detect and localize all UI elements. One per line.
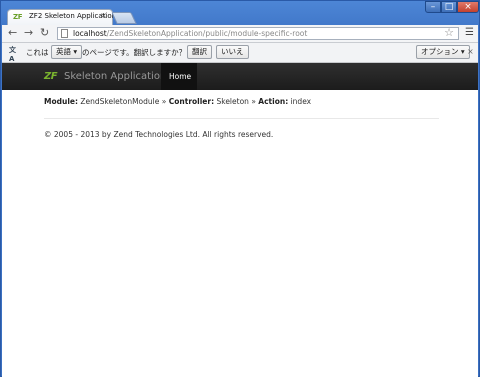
url-path: /ZendSkeletonApplication/public/module-s… [106,29,308,38]
tab-close-icon[interactable]: × [100,11,107,20]
translate-button[interactable]: 翻訳 [187,45,212,59]
translate-icon: 文A [9,46,16,63]
minimize-button[interactable]: – [425,1,441,13]
module-label: Module: [44,97,78,106]
route-info: Module: ZendSkeletonModule » Controller:… [44,97,311,106]
url-text: localhost/ZendSkeletonApplication/public… [73,29,307,38]
page-icon [61,29,68,38]
bookmark-star-icon[interactable]: ☆ [444,26,454,39]
tab-strip: ZF ZF2 Skeleton Application × – □ × [1,1,479,25]
forward-arrow-icon[interactable]: → [24,26,33,39]
new-tab-button[interactable] [111,12,137,24]
app-navbar: ZF Skeleton Application Home [2,63,478,90]
browser-window: ZF ZF2 Skeleton Application × – □ × ← → … [0,0,480,377]
no-translate-button[interactable]: いいえ [216,45,249,59]
back-arrow-icon[interactable]: ← [8,26,17,39]
controller-value: Skeleton [216,97,249,106]
zf-favicon-icon: ZF [13,13,23,21]
tab-active[interactable]: ZF ZF2 Skeleton Application × [7,9,116,25]
maximize-button[interactable]: □ [441,1,457,13]
zf-logo-icon[interactable]: ZF [44,71,58,82]
divider [44,118,439,119]
nav-home-link[interactable]: Home [161,63,197,90]
translate-bar: 文A これは 英語 ▾ のページです。翻訳しますか？ 翻訳 いいえ オプション … [2,43,478,63]
translate-prefix: これは [26,48,49,57]
action-label: Action: [258,97,289,106]
module-value: ZendSkeletonModule [80,97,160,106]
close-translate-icon[interactable]: × [467,47,474,56]
close-window-button[interactable]: × [457,1,479,13]
address-bar[interactable]: localhost/ZendSkeletonApplication/public… [57,26,459,40]
language-select[interactable]: 英語 ▾ [51,45,83,59]
page-content: ZF Skeleton Application Home Module: Zen… [2,63,478,377]
reload-icon[interactable]: ↻ [40,26,49,39]
translate-options-button[interactable]: オプション ▾ [416,45,470,59]
url-host: localhost [73,29,107,38]
separator: » [251,97,256,106]
nav-home-label: Home [169,72,192,81]
separator: » [161,97,167,106]
menu-icon[interactable]: ☰ [465,27,474,38]
brand-name[interactable]: Skeleton Application [64,71,166,82]
translate-question: のページです。翻訳しますか？ [82,48,187,57]
controller-label: Controller: [168,97,215,106]
footer-copyright: © 2005 - 2013 by Zend Technologies Ltd. … [44,130,274,139]
action-value: index [290,97,312,106]
browser-toolbar: ← → ↻ localhost/ZendSkeletonApplication/… [2,25,478,43]
